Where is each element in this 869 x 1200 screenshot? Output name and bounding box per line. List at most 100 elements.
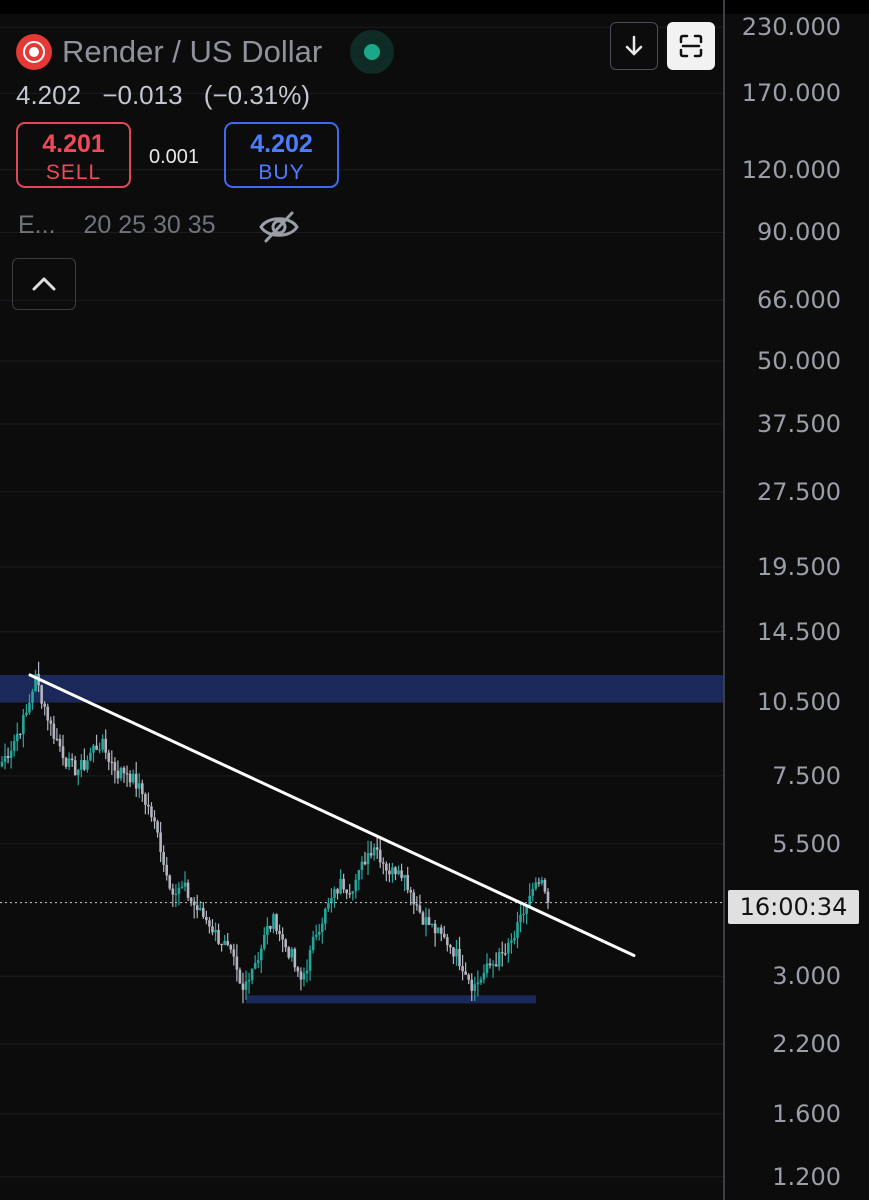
price-tick-label: 37.500 <box>757 409 841 438</box>
symbol-title: Render / US Dollar <box>62 34 323 69</box>
candle <box>485 953 489 978</box>
candle <box>153 810 156 829</box>
chart-grid <box>0 26 724 1178</box>
render-logo-icon <box>16 34 52 70</box>
candle <box>101 734 104 753</box>
sell-button[interactable]: 4.201 SELL <box>16 122 131 188</box>
candle <box>293 947 297 972</box>
price-change: −0.013 <box>102 80 183 110</box>
candle <box>430 923 434 928</box>
price-tick-label: 2.200 <box>772 1030 841 1059</box>
arrow-down-icon <box>625 35 643 56</box>
price-tick-label: 7.500 <box>772 761 841 790</box>
candle <box>162 845 165 872</box>
candle <box>519 904 522 933</box>
candle <box>64 756 68 769</box>
candle <box>89 747 92 762</box>
candle <box>229 943 233 954</box>
candle <box>259 944 263 974</box>
candle <box>43 701 47 716</box>
candle <box>458 936 461 971</box>
price-change-percent: (−0.31%) <box>203 80 311 110</box>
candle <box>546 888 550 910</box>
candle <box>205 910 208 925</box>
candle <box>232 943 236 966</box>
candle <box>375 835 379 860</box>
chevron-up-icon <box>32 277 56 291</box>
candle <box>507 938 510 963</box>
candle <box>0 756 4 768</box>
market-status-dot-icon[interactable] <box>350 30 395 74</box>
sell-label: SELL <box>45 161 102 184</box>
candle <box>217 923 220 946</box>
price-summary: 4.202 −0.013 (−0.31%) <box>16 80 310 111</box>
candle <box>525 905 528 925</box>
fullscreen-icon <box>679 34 703 58</box>
price-tick-label: 170.000 <box>741 79 841 108</box>
candle <box>336 887 339 900</box>
candle <box>415 896 419 911</box>
candle <box>131 769 135 785</box>
candle <box>311 930 315 954</box>
candle <box>177 882 181 906</box>
buy-button[interactable]: 4.202 BUY <box>224 122 339 188</box>
candle <box>467 973 470 985</box>
candle <box>202 901 205 920</box>
candle <box>510 933 513 954</box>
candle <box>339 869 342 895</box>
candle <box>110 750 114 775</box>
fullscreen-button[interactable] <box>667 22 715 70</box>
candle <box>70 753 74 767</box>
candle <box>19 733 22 739</box>
candle <box>107 749 111 771</box>
candle <box>314 924 318 941</box>
candle <box>266 917 269 945</box>
candle <box>25 704 28 717</box>
eye-off-icon[interactable] <box>258 208 300 246</box>
candle <box>144 792 147 815</box>
candle <box>543 878 547 894</box>
price-tick-label: 27.500 <box>757 477 841 506</box>
last-price: 4.202 <box>16 80 82 110</box>
candle <box>479 976 483 985</box>
candle <box>159 821 162 863</box>
price-tick-label: 10.500 <box>757 688 841 717</box>
candle <box>183 871 187 892</box>
candle <box>9 741 13 769</box>
candle <box>394 866 397 881</box>
candle <box>308 945 312 981</box>
candle <box>171 883 175 907</box>
candle <box>476 970 480 997</box>
scroll-to-latest-button[interactable] <box>610 22 658 70</box>
sell-price: 4.201 <box>42 130 105 158</box>
indicator-legend[interactable]: E... 20 25 30 35 <box>18 211 216 240</box>
candle <box>15 722 19 751</box>
candle <box>528 883 531 908</box>
candle <box>73 755 77 776</box>
candle <box>421 910 425 925</box>
candle <box>95 734 98 751</box>
candle <box>272 912 275 934</box>
candle <box>156 819 159 838</box>
candle <box>403 874 406 892</box>
price-tick-label: 90.000 <box>757 218 841 247</box>
candle <box>116 760 120 784</box>
resistance-zone <box>0 674 724 703</box>
candle <box>52 715 56 745</box>
candle <box>22 708 25 748</box>
candle <box>238 967 242 984</box>
candle <box>122 766 126 783</box>
candle <box>503 943 507 957</box>
price-tick-label: 1.200 <box>772 1162 841 1191</box>
indicator-name: E... <box>18 211 56 239</box>
candle <box>12 734 16 757</box>
price-tick-label: 50.000 <box>757 347 841 376</box>
candle <box>6 747 10 764</box>
candle <box>141 779 144 802</box>
symbol-header[interactable]: Render / US Dollar <box>16 30 395 74</box>
candle <box>497 948 501 971</box>
candle <box>513 930 516 945</box>
candle <box>253 955 257 970</box>
collapse-legend-button[interactable] <box>12 258 76 310</box>
candle <box>55 728 59 742</box>
